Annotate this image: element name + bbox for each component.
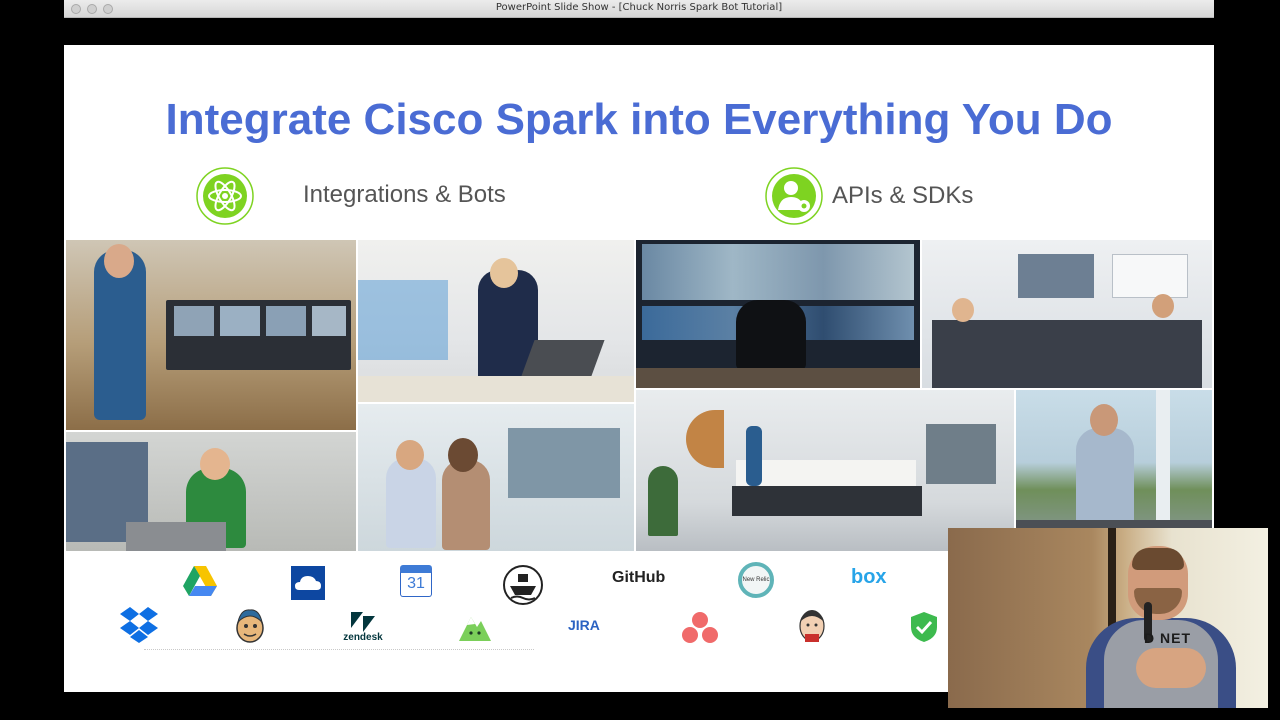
atom-icon [196, 167, 254, 225]
jenkins-logo [784, 603, 840, 647]
zendesk-logo: zendesk [335, 605, 391, 649]
two-people-video-call-photo [358, 404, 634, 551]
woman-laptop-photo [358, 240, 634, 402]
box-logo: box [851, 566, 887, 588]
onedrive-logo [280, 561, 336, 605]
control-room-wall-photo [636, 240, 920, 388]
title-bar: PowerPoint Slide Show - [Chuck Norris Sp… [64, 0, 1214, 18]
presenter-webcam-overlay: D NET [948, 528, 1268, 708]
zendesk-logo-text: zendesk [343, 631, 383, 643]
slide-top-bar [64, 18, 1214, 45]
faint-divider [144, 649, 534, 655]
google-calendar-logo: 31 [388, 559, 444, 603]
github-logo: GitHub [612, 569, 666, 586]
newrelic-logo-text: New Relic [742, 577, 770, 583]
google-drive-logo [172, 559, 228, 603]
ship-logo [495, 563, 551, 607]
man-video-call-photo [66, 432, 356, 551]
asana-logo [672, 605, 728, 649]
dropbox-logo [111, 603, 167, 647]
man-bridge-phone-photo [1016, 390, 1212, 551]
photo-collage [66, 240, 1212, 551]
meeting-room-photo [922, 240, 1212, 388]
mountain-logo [447, 605, 503, 649]
jira-logo: JIRA [568, 617, 600, 633]
integrations-bots-label: Integrations & Bots [303, 181, 506, 208]
woman-control-room-photo [66, 240, 356, 430]
slide-title: Integrate Cisco Spark into Everything Yo… [165, 95, 1113, 144]
calendar-day-text: 31 [407, 575, 425, 592]
newrelic-logo: New Relic [728, 558, 784, 602]
window-title: PowerPoint Slide Show - [Chuck Norris Sp… [495, 2, 783, 13]
shirt-text: D NET [1144, 630, 1191, 646]
presentation-room-photo [636, 390, 1014, 551]
user-key-icon [765, 167, 823, 225]
apis-sdks-label: APIs & SDKs [832, 182, 974, 209]
shield-check-logo [896, 605, 952, 649]
mailchimp-logo [222, 603, 278, 647]
